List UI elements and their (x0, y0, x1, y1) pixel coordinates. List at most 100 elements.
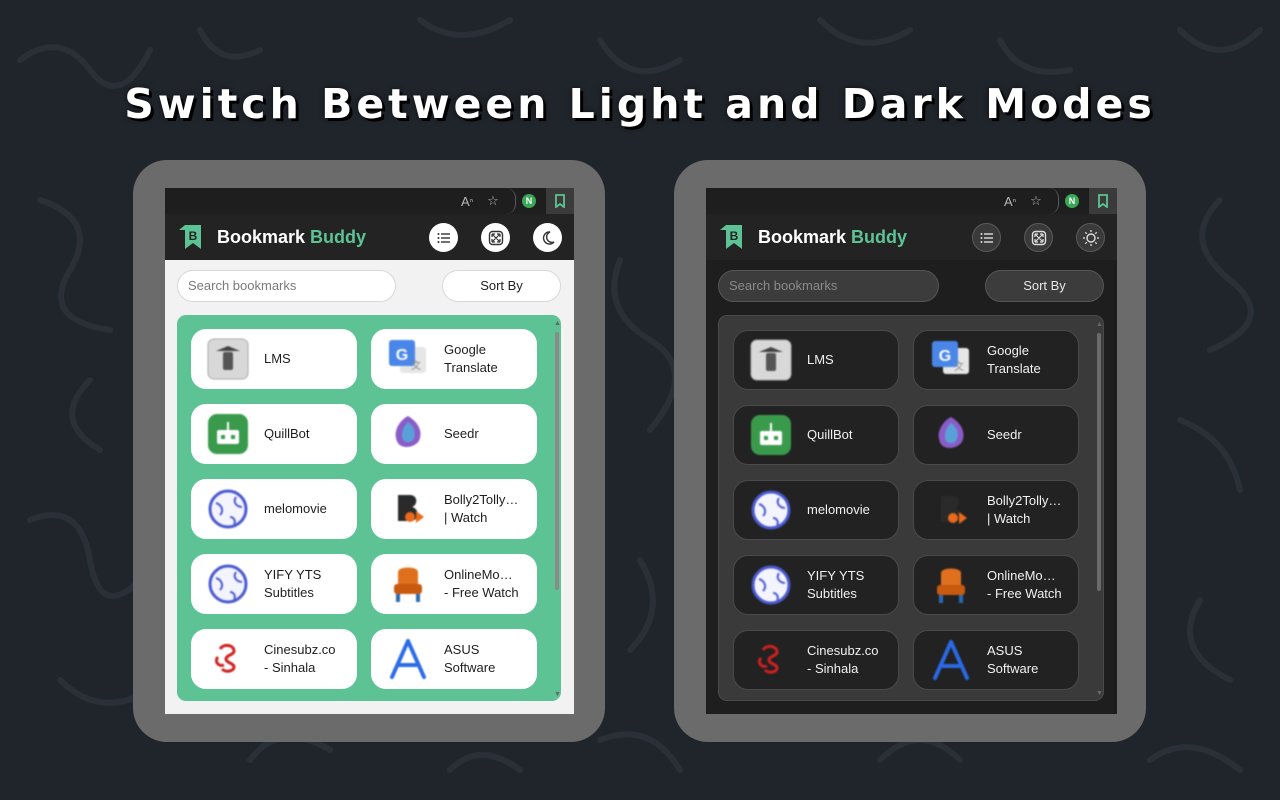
bookmark-label: YIFY YTS Subtitles (807, 568, 865, 601)
app-header: B Bookmark Buddy (706, 214, 1117, 260)
bookmark-card[interactable]: Seedr (371, 404, 537, 464)
sort-by-button[interactable]: Sort By (442, 270, 561, 302)
bolly2tolly-icon (928, 487, 974, 533)
bookmark-card[interactable]: LMS (191, 329, 357, 389)
svg-text:文: 文 (411, 359, 421, 372)
bookmark-label: OnlineMo… - Free Watch (444, 567, 519, 600)
google-translate-icon: G文 (928, 337, 974, 383)
asus-icon (385, 636, 431, 682)
cinesubz-icon (748, 637, 794, 683)
bookmark-card[interactable]: Seedr (913, 405, 1079, 465)
bookmark-buddy-extension-icon[interactable] (1089, 188, 1117, 214)
seedr-icon (928, 412, 974, 458)
bookmark-card[interactable]: melomovie (733, 480, 899, 540)
favorite-star-icon[interactable]: ☆ (1023, 188, 1049, 214)
bookmark-card[interactable]: Bolly2Tolly… | Watch (371, 479, 537, 539)
extension-n-icon[interactable]: N (522, 194, 536, 208)
bookmark-label: Cinesubz.co - Sinhala (807, 643, 879, 676)
bookmark-card[interactable]: YIFY YTS Subtitles (191, 554, 357, 614)
bookmark-grid-container: LMS G 文 Google Translate QuillBot Seedr melomo… (177, 315, 561, 701)
scrollbar-thumb[interactable] (555, 332, 559, 590)
globe-icon (748, 562, 794, 608)
bookmark-label: LMS (807, 352, 834, 367)
scroll-down-arrow[interactable]: ▼ (554, 691, 561, 698)
svg-text:B: B (730, 229, 739, 243)
favorite-star-icon[interactable]: ☆ (480, 188, 506, 214)
page-title: Switch Between Light and Dark Modes (124, 80, 1156, 128)
extension-popup: Aⁿ ☆ N B Bookmark Buddy Search bookmarks… (706, 188, 1117, 714)
svg-text:B: B (189, 229, 198, 243)
list-view-button[interactable] (429, 223, 458, 252)
bookmark-card[interactable]: LMS (733, 330, 899, 390)
bolly2tolly-icon (385, 486, 431, 532)
bookmark-card[interactable]: Cinesubz.co - Sinhala (733, 630, 899, 690)
sort-by-button[interactable]: Sort By (985, 270, 1104, 302)
bookmark-card[interactable]: QuillBot (733, 405, 899, 465)
bookmark-card[interactable]: QuillBot (191, 404, 357, 464)
scroll-down-arrow[interactable]: ▼ (1096, 690, 1103, 697)
scrollbar[interactable]: ▲ ▼ (554, 320, 561, 698)
globe-icon (205, 486, 251, 532)
bookmark-label: YIFY YTS Subtitles (264, 567, 322, 600)
lms-icon (748, 337, 794, 383)
read-aloud-icon[interactable]: Aⁿ (997, 188, 1023, 214)
expand-button[interactable] (481, 223, 510, 252)
bookmark-card[interactable]: ASUS Software (371, 629, 537, 689)
bookmark-card[interactable]: melomovie (191, 479, 357, 539)
light-mode-preview: Aⁿ ☆ N B Bookmark Buddy Search bookmarks… (133, 160, 605, 742)
bookmark-buddy-logo: B (179, 225, 201, 249)
scroll-up-arrow[interactable]: ▲ (554, 320, 561, 327)
bookmark-label: ASUS Software (444, 642, 496, 675)
google-translate-icon: G文 (385, 336, 431, 382)
bookmark-label: QuillBot (264, 426, 310, 441)
list-view-button[interactable] (972, 223, 1001, 252)
list-icon (980, 232, 993, 243)
expand-button[interactable] (1024, 223, 1053, 252)
bookmark-card[interactable]: OnlineMo… - Free Watch (371, 554, 537, 614)
popup-content: Search bookmarks Sort By LMS G 文 Google Tra… (706, 260, 1117, 714)
search-input[interactable]: Search bookmarks (718, 270, 939, 302)
bookmark-grid-container: LMS G 文 Google Translate QuillBot Seedr melomo… (718, 315, 1104, 701)
expand-icon (488, 230, 503, 245)
sun-icon (1082, 229, 1099, 246)
browser-toolbar: Aⁿ ☆ N (165, 188, 574, 214)
bookmark-label: LMS (264, 351, 291, 366)
popup-content: Search bookmarks Sort By LMS G 文 Google Tra… (165, 260, 574, 714)
bookmark-label: melomovie (264, 501, 327, 516)
bookmark-label: melomovie (807, 502, 870, 517)
bookmark-buddy-logo: B (720, 225, 742, 249)
scrollbar[interactable]: ▲ ▼ (1096, 321, 1103, 697)
svg-text:文: 文 (954, 360, 964, 373)
bookmark-label: Bolly2Tolly… | Watch (987, 493, 1062, 526)
expand-icon (1031, 230, 1046, 245)
bookmark-card[interactable]: G 文 Google Translate (913, 330, 1079, 390)
list-icon (437, 232, 450, 243)
read-aloud-icon[interactable]: Aⁿ (454, 188, 480, 214)
scrollbar-thumb[interactable] (1097, 333, 1101, 591)
app-header: B Bookmark Buddy (165, 214, 574, 260)
theme-toggle-button[interactable] (1076, 223, 1105, 252)
seedr-icon (385, 411, 431, 457)
brand-name: Bookmark Buddy (217, 226, 367, 247)
scroll-up-arrow[interactable]: ▲ (1096, 321, 1103, 328)
bookmark-card[interactable]: Cinesubz.co - Sinhala (191, 629, 357, 689)
bookmark-label: Seedr (444, 426, 479, 441)
bookmark-card[interactable]: ASUS Software (913, 630, 1079, 690)
bookmark-label: Google Translate (444, 342, 498, 375)
cinesubz-icon (205, 636, 251, 682)
bookmark-buddy-extension-icon[interactable] (546, 188, 574, 214)
bookmark-card[interactable]: YIFY YTS Subtitles (733, 555, 899, 615)
globe-icon (205, 561, 251, 607)
theme-toggle-button[interactable] (533, 223, 562, 252)
bookmark-card[interactable]: OnlineMo… - Free Watch (913, 555, 1079, 615)
bookmark-card[interactable]: Bolly2Tolly… | Watch (913, 480, 1079, 540)
extension-n-icon[interactable]: N (1065, 194, 1079, 208)
bookmark-grid: LMS G 文 Google Translate QuillBot Seedr melomo… (733, 330, 1079, 690)
bookmark-card[interactable]: G 文 Google Translate (371, 329, 537, 389)
search-input[interactable]: Search bookmarks (177, 270, 396, 302)
brand-name: Bookmark Buddy (758, 226, 908, 247)
quillbot-icon (748, 412, 794, 458)
bookmark-label: OnlineMo… - Free Watch (987, 568, 1062, 601)
bookmark-label: ASUS Software (987, 643, 1039, 676)
bookmark-label: Cinesubz.co - Sinhala (264, 642, 336, 675)
